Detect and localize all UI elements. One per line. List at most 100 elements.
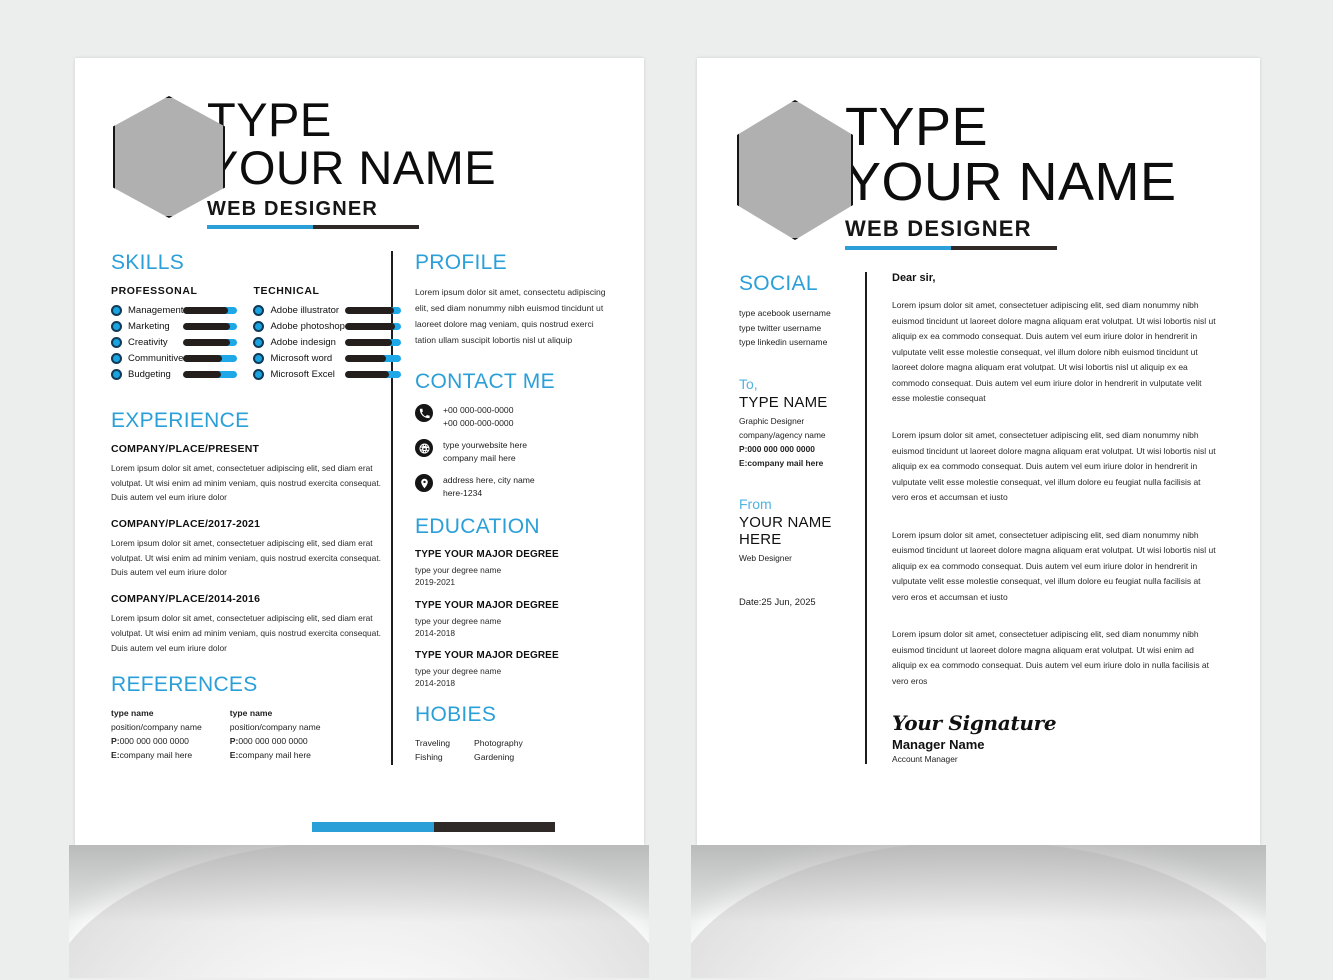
page2-header: TYPE YOUR NAME WEB DESIGNER <box>697 58 1260 251</box>
contact-line-1: +00 000-000-0000 <box>443 405 514 416</box>
education-list: TYPE YOUR MAJOR DEGREE type your degree n… <box>415 549 614 689</box>
reference-email: E:company mail here <box>229 749 311 760</box>
hobbies-grid: Traveling Fishing Photography Gardening <box>415 737 614 765</box>
from-label: From <box>739 496 772 513</box>
skill-label: Adobe illustrator <box>270 304 340 316</box>
skill-level-bar <box>183 322 238 330</box>
role-rule-accent <box>207 224 313 229</box>
skill-row: Adobe indesign <box>253 336 401 348</box>
skill-level-fill <box>183 306 228 314</box>
skill-row: Microsoft word <box>253 352 401 364</box>
experience-item: COMPANY/PLACE/PRESENT Lorem ipsum dolor s… <box>111 443 385 505</box>
skill-level-bar <box>183 370 238 378</box>
skill-label: Budgeting <box>128 368 171 380</box>
social-line[interactable]: type linkedin username <box>739 335 865 350</box>
skill-label: Management <box>128 304 184 316</box>
skill-bullet-icon <box>253 336 265 348</box>
skill-label: Communitive <box>128 352 184 364</box>
skill-row: Management <box>111 304 238 316</box>
signer-name: Manager Name <box>892 737 985 752</box>
skill-bullet-icon <box>111 368 122 380</box>
skill-level-fill <box>344 370 389 378</box>
globe-icon <box>415 439 433 458</box>
page2-name-block: TYPE YOUR NAME WEB DESIGNER <box>845 99 1177 251</box>
reference-email: E:company mail here <box>111 749 193 760</box>
to-email: E:company mail here <box>739 457 824 468</box>
skill-label: Marketing <box>128 320 170 332</box>
contact-list: +00 000-000-0000 +00 000-000-0000 type you… <box>415 404 614 499</box>
page2-name-line2: YOUR NAME <box>845 152 1177 213</box>
hobby-item: Fishing <box>415 752 443 763</box>
contact-text: type yourwebsite here company mail here <box>443 439 527 464</box>
skill-row: Marketing <box>111 320 238 332</box>
hobbies-column-2: Photography Gardening <box>474 737 523 765</box>
skill-level-fill <box>183 322 230 330</box>
skill-level-fill <box>344 306 395 314</box>
letter-salutation: Dear sir, <box>892 272 936 285</box>
skill-row: Adobe photoshop <box>253 320 401 332</box>
skill-level-fill <box>344 338 392 346</box>
skills-technical-label: TECHNICAL <box>253 284 320 297</box>
page1-role: WEB DESIGNER <box>207 197 379 220</box>
reference-name: type name <box>229 708 273 719</box>
page2-role-rule <box>845 246 1057 251</box>
reference-item: type name position/company name P:000 000 … <box>111 707 202 763</box>
social-list: type acebook username type twitter userna… <box>739 306 865 350</box>
reference-phone: P:000 000 000 0000 <box>111 736 189 747</box>
page2-role-block: WEB DESIGNER <box>845 216 1177 251</box>
education-name: type your degree name <box>415 565 502 576</box>
hobbies-heading: HOBIES <box>415 703 497 727</box>
social-line[interactable]: type acebook username <box>739 306 865 321</box>
page1-role-rule <box>207 224 419 229</box>
signature-script: Your Signature <box>892 711 1057 735</box>
skill-row: Microsoft Excel <box>253 368 401 380</box>
letter-paragraph: Lorem ipsum dolor sit amet, consectetuer… <box>892 430 1216 503</box>
skill-level-bar <box>344 338 401 346</box>
education-item: TYPE YOUR MAJOR DEGREE type your degree n… <box>415 549 614 588</box>
skill-level-bar <box>344 354 401 362</box>
page1-left-column: SKILLS PROFESSONAL Management Marketing Cr… <box>75 250 401 765</box>
skill-level-bar <box>183 306 238 314</box>
references-heading: REFERENCES <box>111 673 258 697</box>
page1-name-line2: YOUR NAME <box>207 140 497 194</box>
role-rule-dark <box>951 246 1057 251</box>
skill-level-bar <box>183 354 238 362</box>
experience-title: COMPANY/PLACE/PRESENT <box>111 442 260 455</box>
page2-right-column: Dear sir, Lorem ipsum dolor sit amet, co… <box>865 272 1218 764</box>
experience-heading: EXPERIENCE <box>111 408 250 432</box>
skill-bullet-icon <box>253 368 265 380</box>
contact-row[interactable]: +00 000-000-0000 +00 000-000-0000 <box>415 404 614 429</box>
skill-level-fill <box>183 370 222 378</box>
skill-row: Communitive <box>111 352 238 364</box>
page1-header: TYPE YOUR NAME WEB DESIGNER <box>75 58 644 229</box>
to-title: Graphic Designer <box>739 415 805 426</box>
education-degree: TYPE YOUR MAJOR DEGREE <box>415 549 559 561</box>
hobby-item: Traveling <box>415 738 451 749</box>
page1-role-block: WEB DESIGNER <box>207 198 496 229</box>
skill-bullet-icon <box>111 352 122 364</box>
skill-level-fill <box>183 338 230 346</box>
skills-heading: SKILLS <box>111 250 185 274</box>
reference-name: type name <box>111 708 154 719</box>
education-years: 2014-2018 <box>415 627 456 638</box>
experience-description: Lorem ipsum dolor sit amet, consectetuer… <box>111 462 381 503</box>
education-years: 2019-2021 <box>415 577 456 588</box>
skill-level-bar <box>344 370 401 378</box>
skill-label: Microsoft Excel <box>270 368 335 380</box>
page1-right-column: PROFILE Lorem ipsum dolor sit amet, cons… <box>391 250 614 765</box>
references-list: type name position/company name P:000 000 … <box>111 707 385 763</box>
letter-paragraph: Lorem ipsum dolor sit amet, consectetuer… <box>892 300 1216 403</box>
contact-line-2: company mail here <box>443 452 516 463</box>
education-heading: EDUCATION <box>415 515 540 539</box>
skill-row: Creativity <box>111 336 238 348</box>
skill-bullet-icon <box>253 352 265 364</box>
education-item: TYPE YOUR MAJOR DEGREE type your degree n… <box>415 600 614 639</box>
to-company: company/agency name <box>739 429 826 440</box>
social-line[interactable]: type twitter username <box>739 321 865 336</box>
contact-row[interactable]: type yourwebsite here company mail here <box>415 439 614 464</box>
skill-row: Budgeting <box>111 368 238 380</box>
contact-row[interactable]: address here, city name here-1234 <box>415 474 614 499</box>
page2-left-column: SOCIAL type acebook username type twitter… <box>697 272 865 764</box>
education-degree: TYPE YOUR MAJOR DEGREE <box>415 599 559 611</box>
to-phone: P:000 000 000 0000 <box>739 443 815 454</box>
